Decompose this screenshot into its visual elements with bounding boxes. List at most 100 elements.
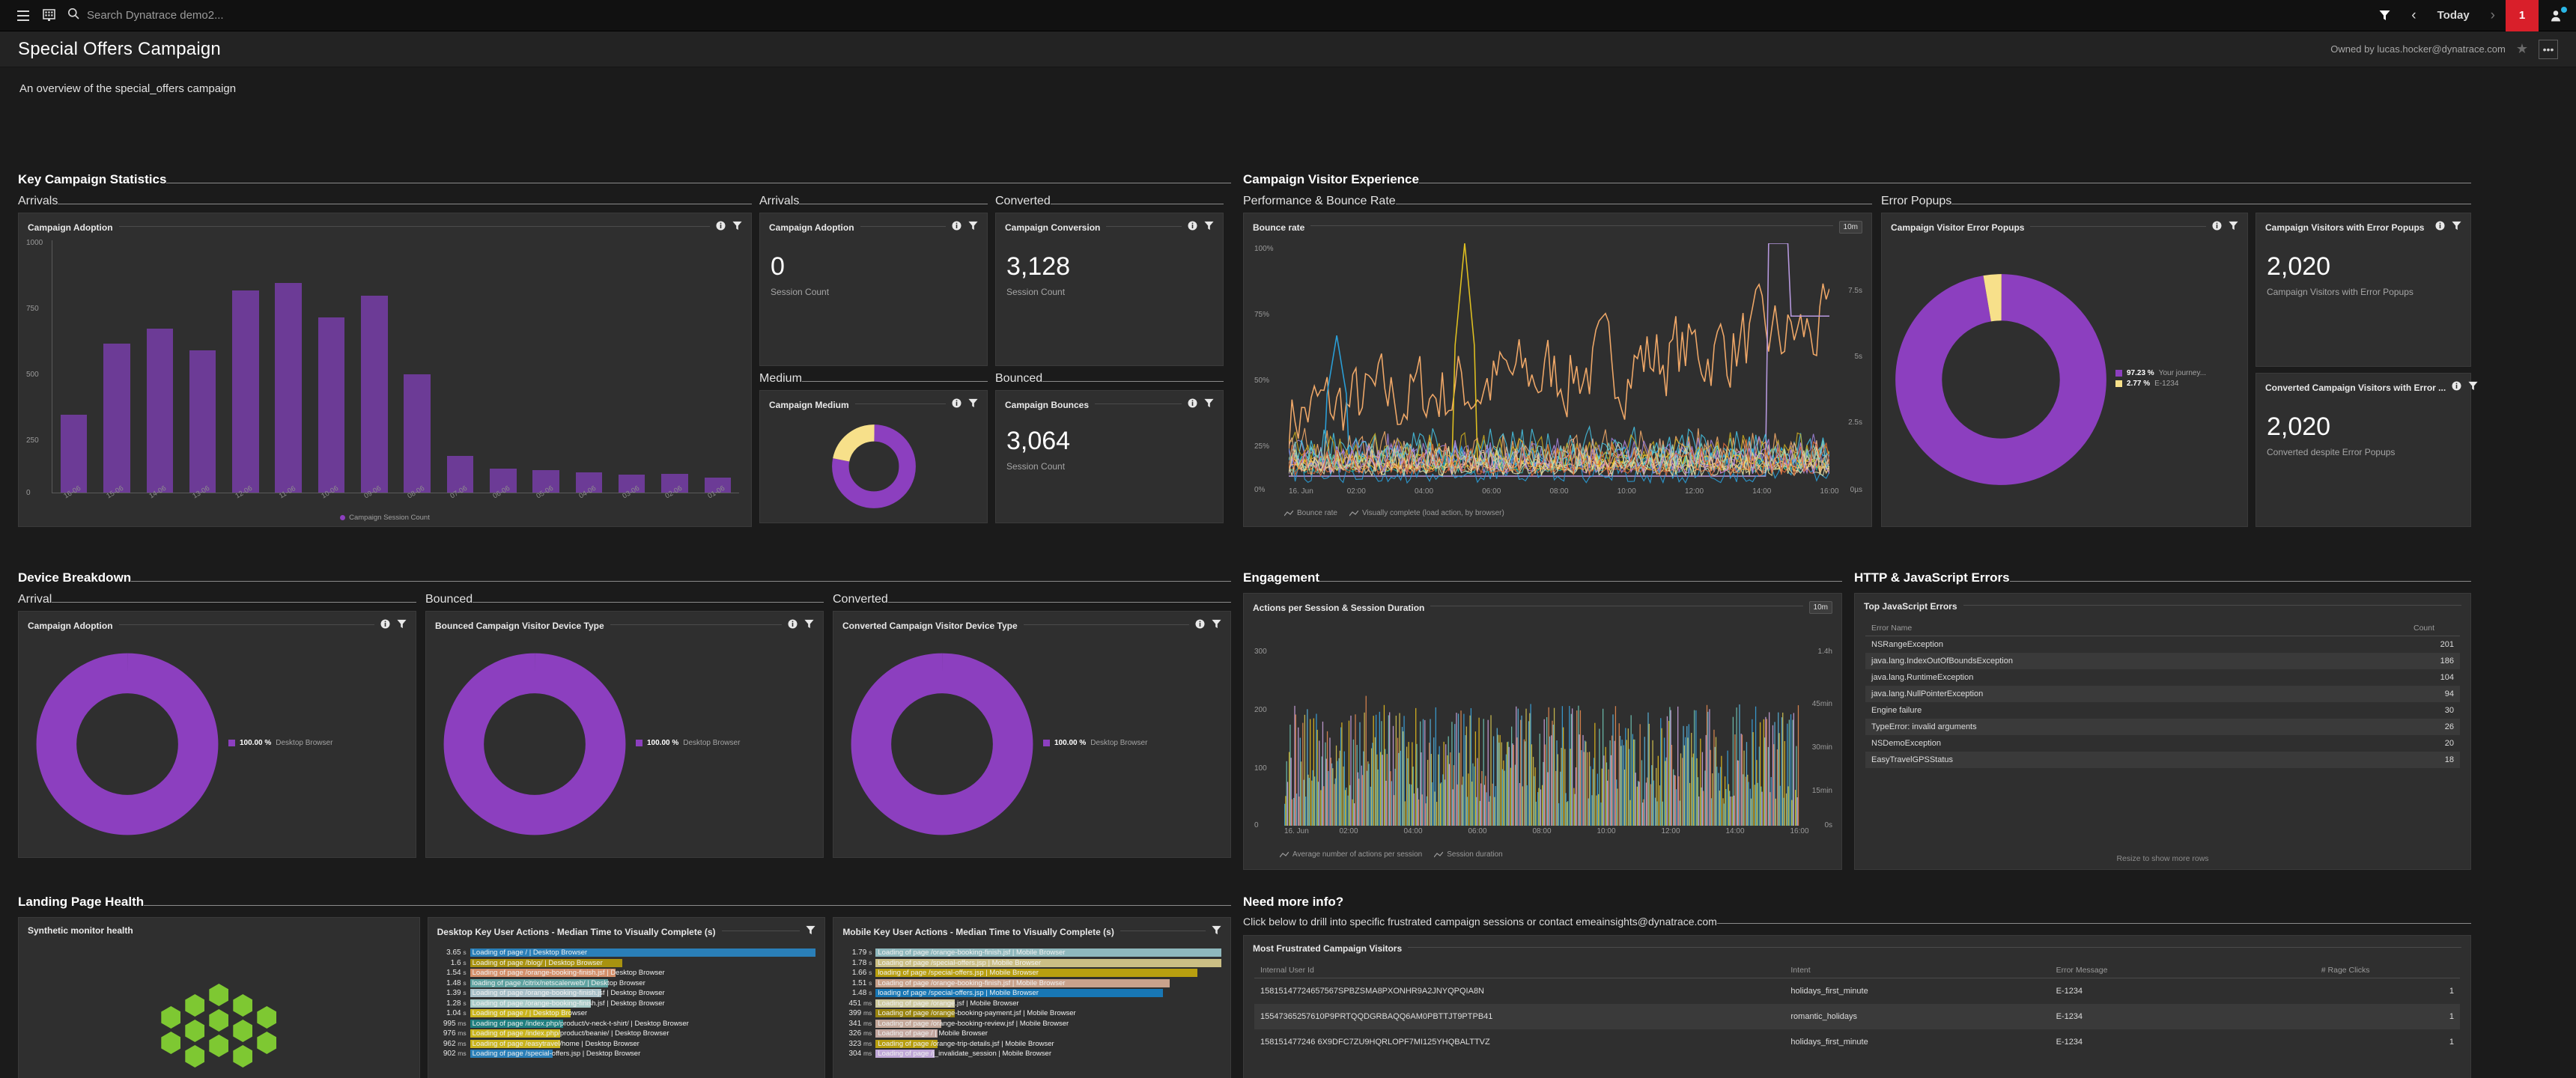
list-item[interactable]: 341 ms Loading of page /orange-booking-re… — [836, 1019, 1221, 1029]
search-bar[interactable]: Search Dynatrace demo2... — [61, 7, 2369, 23]
table-row[interactable]: java.lang.IndexOutOfBoundsException 186 — [1865, 653, 2460, 669]
tile-visitor-error-popups[interactable]: Campaign Visitor Error Popups 97.23 % Yo… — [1881, 213, 2248, 527]
tile-synthetic-monitor-health[interactable]: Synthetic monitor health — [18, 917, 420, 1078]
list-item[interactable]: 1.51 s Loading of page /orange-booking-fi… — [836, 978, 1221, 989]
bar-slot[interactable] — [52, 240, 95, 493]
info-icon[interactable] — [952, 221, 962, 234]
table-row[interactable]: java.lang.RuntimeException 104 — [1865, 669, 2460, 686]
list-item[interactable]: 451 ms Loading of page /orange.jsf | Mobi… — [836, 999, 1221, 1009]
info-icon[interactable] — [1188, 398, 1197, 412]
hex-cell[interactable] — [185, 1020, 205, 1042]
filter-icon[interactable] — [1204, 221, 1214, 234]
table-row[interactable]: 15815147724657567SPBZSMA8PXONHR9A2JNYQPQ… — [1254, 978, 2460, 1005]
bar-slot[interactable] — [95, 240, 138, 493]
list-item[interactable]: 995 ms Loading of page /index.php/product… — [431, 1019, 816, 1029]
alert-badge[interactable]: 1 — [2506, 0, 2539, 31]
resolution-badge[interactable]: 10m — [1838, 221, 1862, 234]
bar-slot[interactable] — [653, 240, 696, 493]
tile-top-js-errors[interactable]: Top JavaScript Errors Error Name Count N… — [1854, 593, 2471, 870]
hex-cell[interactable] — [161, 1032, 181, 1054]
tile-device-bounced[interactable]: Bounced Campaign Visitor Device Type 100… — [425, 611, 824, 858]
filter-icon[interactable] — [968, 221, 978, 234]
hex-cell[interactable] — [161, 1006, 181, 1029]
table-row[interactable]: NSRangeException 201 — [1865, 636, 2460, 654]
prev-timeframe-button[interactable]: ‹ — [2401, 0, 2426, 31]
info-icon[interactable] — [716, 221, 726, 234]
hex-cell[interactable] — [209, 1009, 229, 1032]
table-row[interactable]: Engine failure 30 — [1865, 702, 2460, 719]
hamburger-icon[interactable] — [10, 0, 36, 31]
table-row[interactable]: EasyTravelGPSStatus 18 — [1865, 752, 2460, 768]
tile-campaign-bounces[interactable]: Campaign Bounces 3,064 Session Count — [995, 390, 1224, 523]
hex-cell[interactable] — [233, 1020, 253, 1042]
hex-cell[interactable] — [257, 1006, 277, 1029]
filter-icon[interactable] — [968, 398, 978, 412]
bar-slot[interactable] — [310, 240, 353, 493]
filter-icon[interactable] — [1204, 398, 1214, 412]
hex-cell[interactable] — [209, 1035, 229, 1057]
tile-converted-with-error-popups[interactable]: Converted Campaign Visitors with Error .… — [2255, 373, 2478, 527]
bar-slot[interactable] — [139, 240, 181, 493]
bar[interactable] — [103, 344, 130, 493]
list-item[interactable]: 1.28 s Loading of page /orange-booking-fi… — [431, 999, 816, 1009]
tile-device-arrival[interactable]: Campaign Adoption 100.00 % Desktop Brows… — [18, 611, 416, 858]
bar-slot[interactable] — [568, 240, 610, 493]
list-item[interactable]: 902 ms Loading of page /special-offers.js… — [431, 1049, 816, 1059]
list-item[interactable]: 3.65 s Loading of page / | Desktop Browse… — [431, 948, 816, 958]
list-item[interactable]: 1.39 s Loading of page /orange-booking-fi… — [431, 988, 816, 999]
info-icon[interactable] — [2435, 221, 2445, 234]
bar[interactable] — [361, 296, 388, 493]
filter-icon[interactable] — [1212, 619, 1221, 633]
bar-slot[interactable] — [439, 240, 482, 493]
tile-campaign-adoption-bar[interactable]: Campaign Adoption 1000 750 500 250 0 16-… — [18, 213, 752, 527]
bar-slot[interactable] — [267, 240, 310, 493]
more-options-button[interactable]: ••• — [2539, 39, 2558, 59]
filter-icon[interactable] — [1212, 925, 1221, 939]
table-row[interactable]: java.lang.NullPointerException 94 — [1865, 686, 2460, 702]
list-item[interactable]: 1.48 s loading of page /citrix/netscalerw… — [431, 978, 816, 989]
bar-slot[interactable] — [396, 240, 439, 493]
table-row[interactable]: 15547365257610P9PRTQQDGRBAQQ6AM0PBTTJT9P… — [1254, 1004, 2460, 1029]
info-icon[interactable] — [380, 619, 390, 633]
hex-cell[interactable] — [233, 994, 253, 1017]
filter-icon[interactable] — [2468, 381, 2478, 395]
list-item[interactable]: 323 ms Loading of page /orange-trip-detai… — [836, 1039, 1221, 1050]
table-row[interactable]: TypeError: invalid arguments 26 — [1865, 719, 2460, 735]
list-item[interactable]: 1.66 s loading of page /special-offers.js… — [836, 968, 1221, 978]
search-input[interactable]: Search Dynatrace demo2... — [87, 9, 224, 22]
tile-campaign-conversion[interactable]: Campaign Conversion 3,128 Session Count — [995, 213, 1224, 366]
tile-visitors-with-error-popups[interactable]: Campaign Visitors with Error Popups 2,02… — [2255, 213, 2471, 367]
bar[interactable] — [275, 283, 302, 493]
table-row[interactable]: NSDemoException 20 — [1865, 735, 2460, 752]
tile-mobile-key-user-actions[interactable]: Mobile Key User Actions - Median Time to… — [833, 917, 1231, 1078]
info-icon[interactable] — [2212, 221, 2222, 234]
filter-icon[interactable] — [2452, 221, 2461, 234]
tile-bounce-rate[interactable]: Bounce rate 10m 100% 75% 50% 25% 0% 7.5s… — [1243, 213, 1872, 527]
bar-slot[interactable] — [524, 240, 567, 493]
list-item[interactable]: 962 ms Loading of page /easytravel/home |… — [431, 1039, 816, 1050]
bar[interactable] — [318, 317, 345, 493]
list-item[interactable]: 399 ms Loading of page /orange-booking-pa… — [836, 1008, 1221, 1019]
filter-icon[interactable] — [806, 925, 815, 939]
star-icon[interactable]: ★ — [2516, 41, 2528, 57]
bar[interactable] — [146, 328, 174, 493]
list-item[interactable]: 1.6 s Loading of page /blog/ | Desktop Br… — [431, 958, 816, 969]
hex-cell[interactable] — [185, 994, 205, 1017]
bar[interactable] — [189, 350, 216, 493]
info-icon[interactable] — [788, 619, 798, 633]
grid-apps-icon[interactable] — [36, 0, 61, 31]
bar-slot[interactable] — [353, 240, 395, 493]
filter-icon[interactable] — [804, 619, 814, 633]
bar[interactable] — [60, 414, 88, 493]
bar-slot[interactable] — [482, 240, 524, 493]
info-icon[interactable] — [1195, 619, 1205, 633]
user-avatar-icon[interactable] — [2539, 0, 2576, 31]
bar-slot[interactable] — [224, 240, 267, 493]
filter-icon[interactable] — [2229, 221, 2238, 234]
tile-campaign-adoption-kpi[interactable]: Campaign Adoption 0 Session Count — [759, 213, 988, 366]
hex-cell[interactable] — [185, 1045, 205, 1068]
table-row[interactable]: 158151477246 6X9DFC7ZU9HQRLOPF7MI125YHQB… — [1254, 1029, 2460, 1055]
resolution-badge[interactable]: 10m — [1808, 601, 1832, 614]
tile-engagement[interactable]: Actions per Session & Session Duration 1… — [1243, 593, 1842, 870]
bar-slot[interactable] — [181, 240, 224, 493]
